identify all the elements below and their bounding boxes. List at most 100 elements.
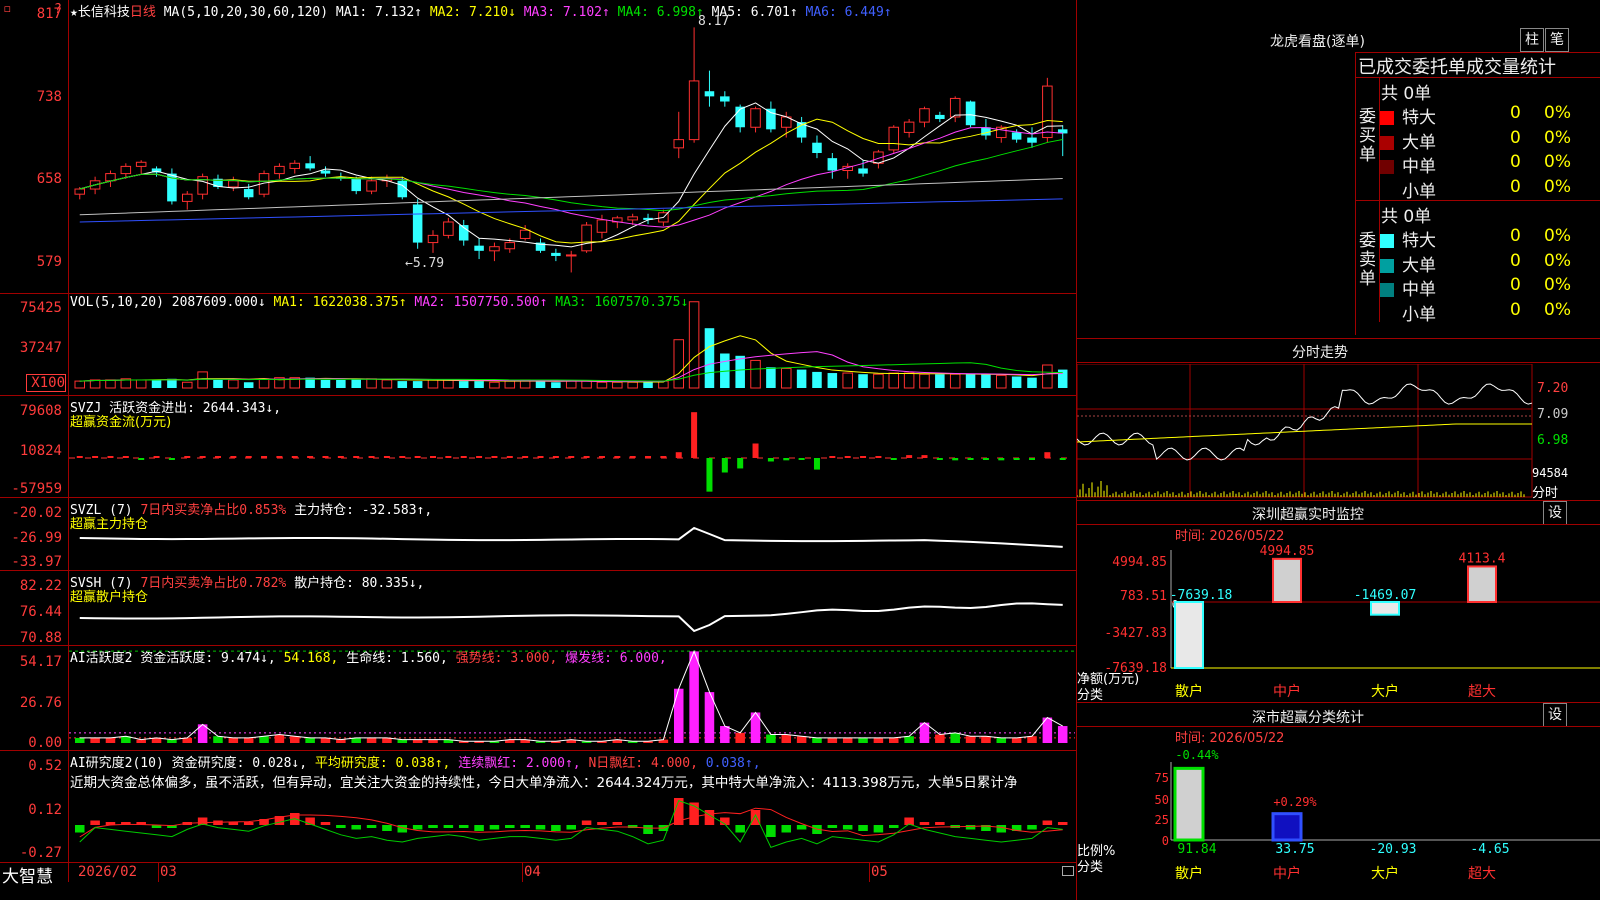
volume-bar [627, 381, 638, 389]
ai-res-e: 0.038↑, [705, 756, 761, 771]
main-chart[interactable]: ★长信科技日线 MA(5,10,20,30,60,120) MA1: 7.132… [0, 0, 1077, 900]
volume-bar [551, 382, 561, 388]
sz-settings-button[interactable]: 设 [1543, 501, 1567, 525]
activity-bar [243, 737, 254, 743]
candle-body [766, 108, 776, 130]
activity-bar [1057, 726, 1068, 743]
fund-flow-bar [307, 456, 314, 458]
fund-flow-chart[interactable] [69, 398, 1075, 496]
ma-line [79, 102, 1063, 248]
fund-flow-bar [153, 456, 160, 458]
main-holding-chart[interactable] [69, 500, 1075, 569]
volume-bar [1027, 377, 1037, 388]
activity-bar [827, 737, 838, 743]
volume-bar [320, 379, 331, 388]
volume-bar [673, 339, 685, 389]
volume-bar [228, 379, 239, 389]
retail-holding-chart[interactable] [69, 573, 1075, 644]
fund-flow-bar [629, 456, 636, 458]
activity-bar [673, 688, 684, 743]
research-bar [428, 825, 438, 828]
fund-flow-bar [783, 458, 790, 461]
order-count: 0 [1510, 103, 1521, 123]
research-bar [1027, 825, 1037, 830]
research-bar [643, 825, 653, 834]
candle-body [903, 121, 915, 133]
ai-act-axis-1: 54.17 [19, 654, 62, 670]
candle-body [565, 254, 577, 257]
candlestick-chart[interactable] [69, 14, 1075, 292]
volume-bar [243, 382, 254, 388]
svzl-axis-2: -26.99 [11, 530, 62, 546]
candle-body [274, 165, 285, 175]
candle-body [1042, 85, 1053, 139]
candle-body [305, 163, 315, 169]
timeline-label-2: 03 [160, 864, 177, 880]
research-bar [781, 825, 792, 833]
fund-flow-bar [721, 458, 728, 473]
ma-line [79, 118, 1063, 244]
candle-body [965, 101, 976, 126]
tick-1 [158, 862, 159, 882]
candle-body [289, 162, 301, 169]
sep-timeline [0, 862, 1076, 863]
order-name: 中单 [1402, 157, 1436, 177]
volume-bar [965, 374, 976, 388]
volume-chart[interactable] [69, 296, 1075, 394]
sz-axis-label: 4994.85 [1112, 555, 1167, 570]
fund-flow-bar [598, 456, 605, 458]
retail-holding-line [79, 602, 1063, 633]
activity-bar [996, 737, 1007, 743]
sz-monitor-chart[interactable]: 4994.85783.51-3427.83-7639.180-7639.18散户… [1077, 540, 1600, 700]
candle-body [443, 221, 454, 236]
research-bar [827, 825, 838, 828]
fs-axis-2: 7.09 [1537, 407, 1569, 422]
order-name: 小单 [1402, 304, 1436, 325]
order-percent: 0% [1544, 152, 1571, 172]
ss-settings-button[interactable]: 设 [1543, 703, 1567, 727]
candle-body [366, 180, 377, 192]
activity-bar [90, 737, 100, 743]
order-count: 0 [1510, 127, 1521, 148]
candle-body [949, 97, 961, 118]
activity-bar [397, 739, 408, 743]
research-chart[interactable] [69, 790, 1075, 861]
sz-xlabel: 分类 [1077, 688, 1104, 703]
volume-bar [443, 379, 454, 389]
fund-flow-bar [460, 456, 467, 458]
volume-bar [581, 380, 592, 389]
bar-mode-button[interactable]: 柱 [1520, 28, 1544, 52]
candle-body [351, 178, 361, 192]
fund-flow-bar [691, 412, 698, 458]
ss-bar-bottom: 33.75 [1275, 842, 1314, 857]
order-count: 0 [1510, 176, 1521, 197]
activity-chart[interactable] [69, 648, 1075, 749]
buy-total: 共 0单 [1381, 84, 1432, 104]
tick-mode-button[interactable]: 笔 [1545, 28, 1569, 52]
activity-bar [136, 739, 146, 743]
ss-category-chart[interactable]: 75 50 25 0 -0.44% 91.84 散户 +0.29% 33.75 中户 -20.93 大… [1077, 742, 1600, 900]
fund-flow-bar [1044, 452, 1051, 458]
activity-bar [842, 737, 853, 743]
research-bar [566, 825, 576, 830]
order-row: 中单 0 0% [1380, 275, 1598, 300]
ai-act-axis-3: 0.00 [28, 735, 62, 751]
candle-body [1027, 137, 1037, 143]
activity-bar [366, 737, 377, 743]
volume-bar [197, 371, 208, 389]
volume-bar [919, 373, 930, 389]
fund-flow-bar [322, 456, 329, 458]
sz-bar-value: -1469.07 [1354, 588, 1417, 603]
activity-bar [981, 736, 991, 743]
fund-flow-bar [860, 456, 867, 458]
fund-flow-bar [291, 456, 298, 458]
ss-bar-bottom: -20.93 [1370, 842, 1417, 857]
volume-bar [935, 374, 945, 388]
ai-res-a: 资金研究度: 0.028↓, [171, 756, 308, 771]
svsh-axis-1: 82.22 [19, 578, 62, 594]
ai-res-label: AI研究度2(10) [70, 756, 164, 771]
intraday-chart[interactable] [1077, 364, 1533, 498]
volume-bar [366, 378, 377, 389]
lock-icon[interactable] [1062, 866, 1074, 876]
activity-bar [228, 737, 239, 743]
